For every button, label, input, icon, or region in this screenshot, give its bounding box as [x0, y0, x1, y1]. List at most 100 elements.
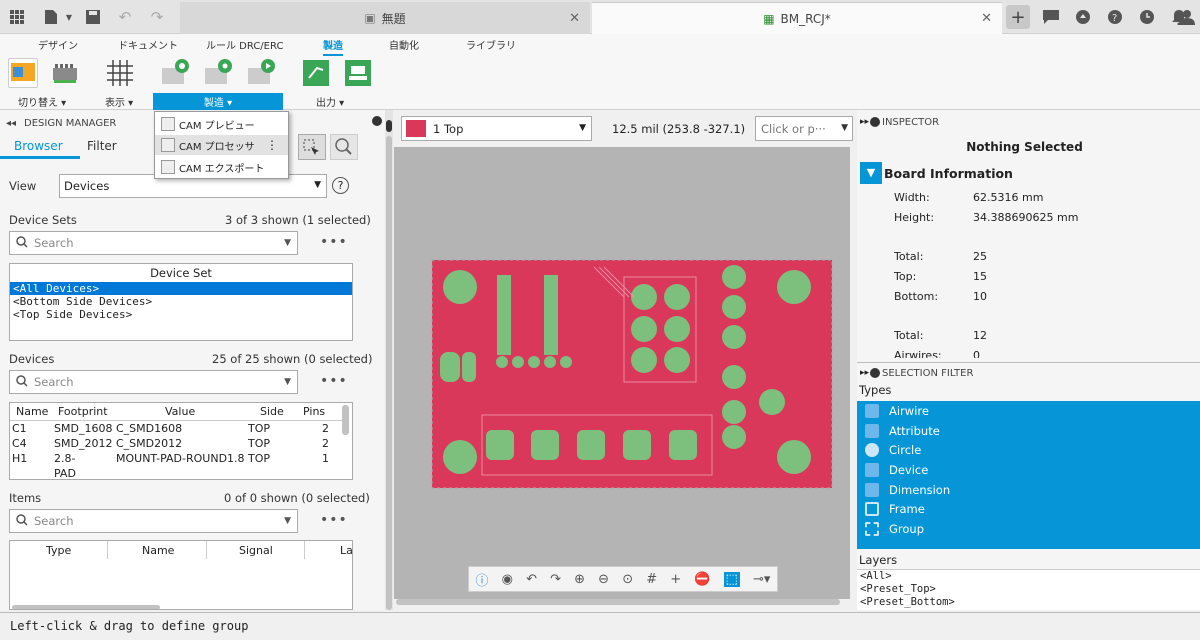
col-header[interactable]: Name	[16, 404, 48, 419]
horizontal-scrollbar[interactable]	[396, 599, 840, 605]
help-button[interactable]: ?	[332, 177, 349, 194]
undo-icon[interactable]: ↶	[114, 6, 136, 28]
col-header[interactable]: Side	[260, 404, 284, 419]
new-tab-button[interactable]: +	[1006, 5, 1030, 29]
filter-label: Dimension	[889, 482, 951, 497]
tab-manufacturing[interactable]: 製造	[323, 37, 343, 56]
tab-rules[interactable]: ルール DRC/ERC	[206, 37, 283, 52]
cam-export-button[interactable]	[246, 58, 276, 88]
tab-bm-rcj[interactable]: ▦ BM_RCJ* ✕	[592, 2, 1002, 34]
tab-library[interactable]: ライブラリ	[466, 37, 516, 52]
grid-icon[interactable]: #	[646, 572, 657, 587]
close-icon[interactable]: ✕	[981, 11, 992, 26]
board-canvas[interactable]	[394, 147, 850, 605]
more-vert-icon[interactable]: ⋮	[266, 138, 278, 152]
group-switch-label[interactable]: 切り替え ▾	[18, 94, 66, 109]
col-header[interactable]: Footprint	[58, 404, 108, 419]
undo-icon[interactable]: ↶	[526, 572, 537, 587]
info-icon[interactable]: ⓘ	[476, 570, 489, 589]
expand-section-icon[interactable]: ▼	[860, 162, 882, 184]
menu-item-cam-export[interactable]: CAM エクスポート	[155, 157, 288, 177]
device-sets-list: Device Set <All Devices> <Bottom Side De…	[9, 263, 353, 341]
list-item[interactable]: <Top Side Devices>	[10, 308, 352, 321]
app-grid-icon[interactable]	[6, 6, 28, 28]
cam-preview-button[interactable]	[160, 58, 190, 88]
chat-icon[interactable]	[1040, 6, 1062, 28]
col-header[interactable]: Type	[46, 543, 71, 558]
devices-search-input[interactable]: Search ▼	[9, 370, 298, 394]
tab-document[interactable]: ドキュメント	[118, 37, 178, 52]
eye-icon[interactable]: ◉	[502, 572, 513, 587]
zoom-fit-icon[interactable]: ⊙	[622, 572, 633, 587]
zoom-in-icon[interactable]: ⊕	[574, 572, 585, 587]
menu-item-cam-processor[interactable]: CAM プロセッサ ⋮	[155, 135, 288, 155]
group-view-label[interactable]: 表示 ▾	[105, 94, 133, 109]
scrollbar[interactable]	[12, 605, 160, 609]
filter-frame[interactable]: Frame	[857, 499, 1200, 519]
close-icon[interactable]: ✕	[569, 11, 580, 26]
filter-dimension[interactable]: Dimension	[857, 480, 1200, 500]
collapse-icon[interactable]: ◂◂	[6, 118, 16, 129]
output-button-2[interactable]	[343, 58, 373, 88]
tab-automation[interactable]: 自動化	[389, 37, 419, 52]
filter-airwire[interactable]: Airwire	[857, 401, 1200, 421]
more-options-button[interactable]: •••	[320, 373, 348, 389]
group-manufacturing-label[interactable]: 製造 ▾	[153, 93, 283, 110]
grid-button[interactable]	[105, 58, 135, 88]
collapse-icon[interactable]: ▸▸	[860, 368, 869, 378]
col-header[interactable]: Value	[165, 404, 195, 419]
zoom-out-icon[interactable]: ⊖	[598, 572, 609, 587]
file-dropdown-icon[interactable]: ▼	[58, 6, 80, 28]
tab-browser[interactable]: Browser	[14, 139, 63, 153]
scrollbar[interactable]	[342, 405, 349, 435]
frame-icon	[865, 502, 879, 517]
menu-item-cam-preview[interactable]: CAM プレビュー	[155, 114, 288, 134]
more-options-button[interactable]: •••	[320, 512, 348, 528]
select-tool-button[interactable]	[298, 134, 326, 160]
col-header[interactable]: La	[340, 543, 352, 558]
output-button-1[interactable]	[301, 58, 331, 88]
zoom-select-button[interactable]	[330, 134, 358, 160]
list-item[interactable]: <All>	[857, 570, 1200, 583]
cam-processor-button[interactable]	[203, 58, 233, 88]
list-item[interactable]: <Preset_Bottom>	[857, 596, 1200, 609]
items-search-input[interactable]: Search ▼	[9, 509, 298, 533]
col-header[interactable]: Signal	[239, 543, 273, 558]
list-item[interactable]: <Bottom Side Devices>	[10, 295, 352, 308]
prop-key: Top:	[894, 270, 917, 283]
col-header[interactable]: Pins	[303, 404, 325, 419]
layer-select[interactable]: 1 Top ▼	[401, 116, 592, 141]
more-options-button[interactable]: •••	[320, 234, 348, 250]
panel-close-icon[interactable]	[372, 116, 382, 126]
select-icon[interactable]: ⬚	[723, 571, 740, 587]
list-item[interactable]: <All Devices>	[10, 282, 352, 295]
command-input[interactable]: Click or p··· ▼	[755, 116, 853, 141]
help-icon[interactable]: ?	[1104, 6, 1126, 28]
filter-device[interactable]: Device	[857, 460, 1200, 480]
tab-filter[interactable]: Filter	[87, 139, 117, 153]
device-sets-search-input[interactable]: Search ▼	[9, 231, 298, 255]
route-icon[interactable]: ⊸▾	[753, 572, 770, 587]
tab-untitled[interactable]: ▣ 無題 ✕	[180, 2, 590, 34]
crosshair-icon[interactable]: +	[670, 572, 681, 587]
tab-design[interactable]: デザイン	[38, 37, 78, 52]
group-output-label[interactable]: 出力 ▾	[316, 94, 344, 109]
save-icon[interactable]	[82, 6, 104, 28]
col-header[interactable]: Name	[142, 543, 174, 558]
filter-group[interactable]: Group	[857, 519, 1200, 539]
filter-circle[interactable]: Circle	[857, 440, 1200, 460]
list-item[interactable]: <Preset_Top>	[857, 583, 1200, 596]
redo-icon[interactable]: ↷	[550, 572, 561, 587]
switch-board-button[interactable]	[50, 58, 80, 88]
filter-close-icon[interactable]	[870, 368, 880, 378]
items-table: Type Name Signal La	[9, 540, 353, 610]
inspector-close-icon[interactable]	[870, 117, 880, 127]
stop-icon[interactable]: ⛔	[694, 572, 710, 587]
collapse-icon[interactable]: ▸▸	[860, 117, 869, 127]
panel-splitter[interactable]	[385, 110, 393, 610]
redo-icon[interactable]: ↷	[146, 6, 168, 28]
switch-schematic-button[interactable]	[8, 58, 38, 88]
filter-attribute[interactable]: Attribute	[857, 421, 1200, 441]
user-icon[interactable]	[1176, 6, 1198, 28]
extensions-icon[interactable]	[1072, 6, 1094, 28]
